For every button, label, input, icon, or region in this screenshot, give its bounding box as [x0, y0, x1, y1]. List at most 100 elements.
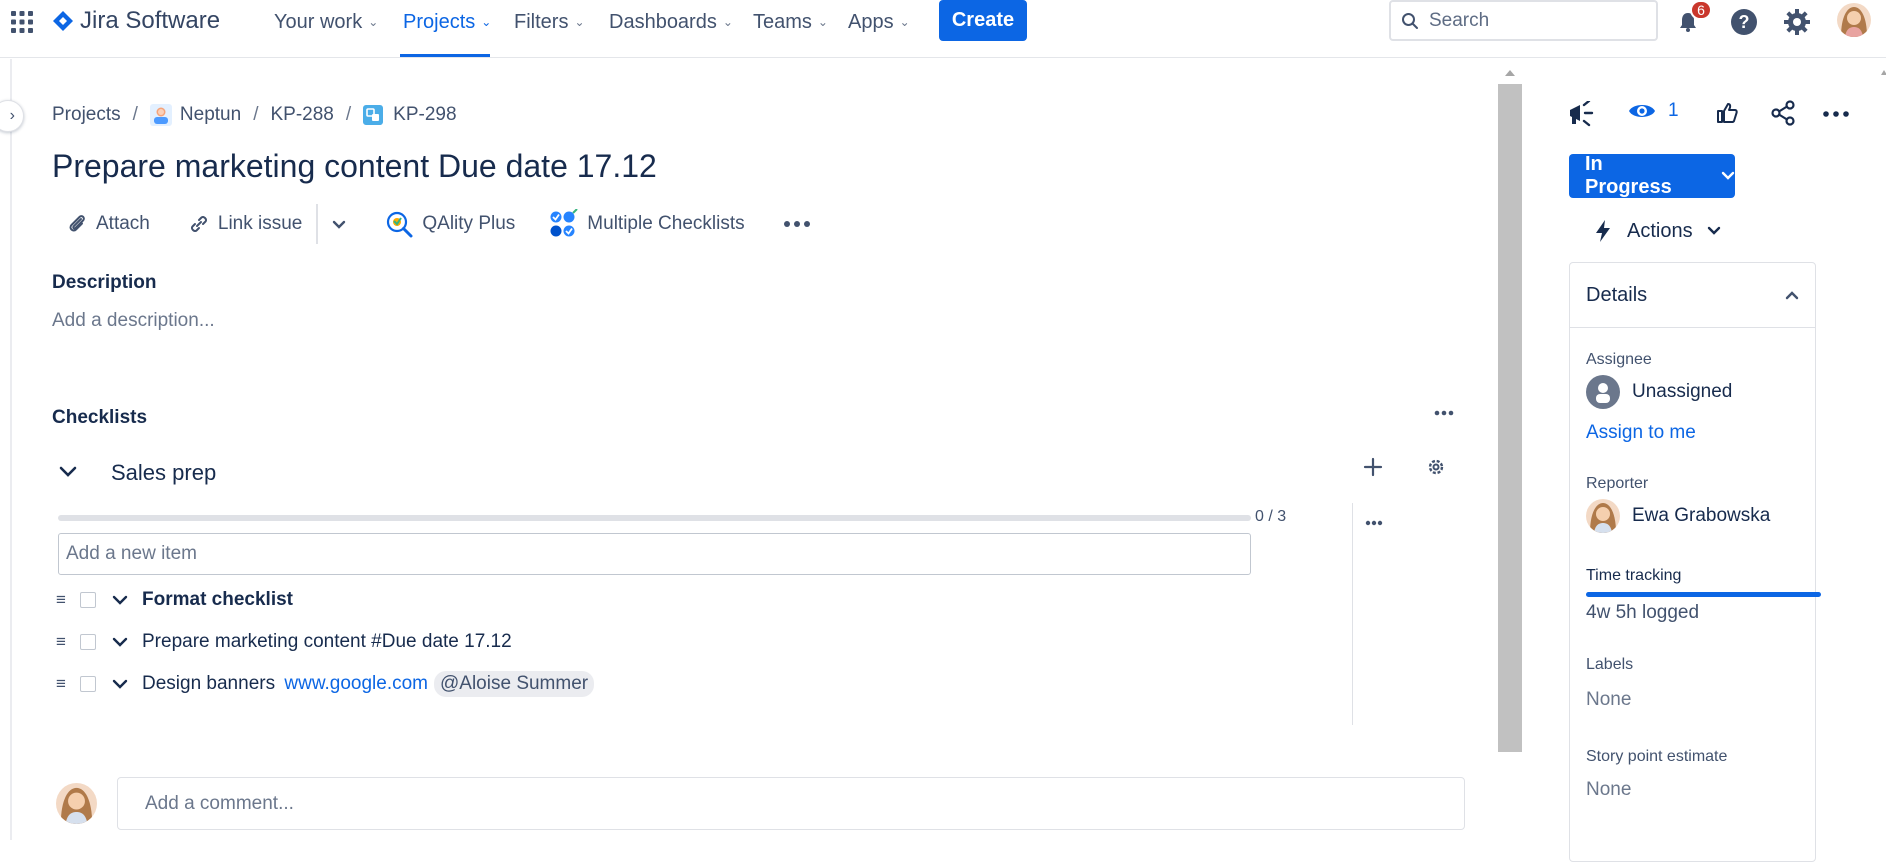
settings-button[interactable]	[1781, 6, 1813, 38]
profile-avatar[interactable]	[1837, 3, 1871, 37]
reporter-label: Reporter	[1586, 475, 1649, 492]
time-tracking-bar[interactable]	[1586, 592, 1821, 597]
gear-icon	[1428, 459, 1444, 475]
lightning-icon	[1596, 220, 1610, 242]
multiple-checklists-label: Multiple Checklists	[587, 213, 745, 234]
megaphone-icon	[1570, 101, 1594, 127]
item-checkbox[interactable]	[80, 634, 96, 650]
paperclip-icon	[69, 215, 85, 232]
create-button[interactable]: Create	[939, 0, 1027, 41]
issue-toolbar: Attach Link issue QAlity Plus Multiple C…	[52, 204, 825, 244]
vote-button[interactable]	[1713, 99, 1741, 127]
issue-title[interactable]: Prepare marketing content Due date 17.12	[52, 148, 657, 185]
share-button[interactable]	[1769, 99, 1797, 127]
reporter-field[interactable]: Ewa Grabowska	[1586, 499, 1770, 533]
checklists-more-button[interactable]	[1434, 410, 1454, 416]
breadcrumb-projects[interactable]: Projects	[52, 104, 121, 126]
drag-handle-icon[interactable]: ≡	[56, 632, 68, 652]
watchers-count: 1	[1668, 100, 1679, 121]
scroll-up-arrow[interactable]	[1505, 70, 1515, 76]
assignee-label: Assignee	[1586, 351, 1652, 368]
qality-plus-button[interactable]: QAlity Plus	[370, 204, 529, 244]
breadcrumb-issue-key[interactable]: KP-298	[393, 104, 456, 126]
gear-icon	[1784, 9, 1810, 35]
drag-handle-icon[interactable]: ≡	[56, 590, 68, 610]
add-new-item-input[interactable]: Add a new item	[58, 533, 1251, 575]
nav-apps[interactable]: Apps ⌄	[848, 10, 910, 34]
more-add-dropdown-button[interactable]	[318, 204, 360, 244]
qality-plus-icon	[387, 211, 413, 238]
help-button[interactable]: ?	[1728, 6, 1760, 38]
expand-item-icon[interactable]	[110, 595, 130, 605]
scrollbar-thumb[interactable]	[1498, 84, 1522, 752]
checklist-item-more-button[interactable]	[1364, 519, 1384, 527]
description-placeholder[interactable]: Add a description...	[52, 310, 215, 332]
multiple-checklists-button[interactable]: Multiple Checklists	[535, 204, 758, 244]
nav-filters-label: Filters	[514, 10, 569, 33]
collapse-group-button[interactable]	[58, 462, 78, 482]
drag-handle-icon[interactable]: ≡	[56, 674, 68, 694]
expand-sidebar-button[interactable]: ›	[0, 100, 24, 132]
add-item-button[interactable]	[1361, 455, 1385, 479]
status-dropdown-button[interactable]: In Progress	[1569, 153, 1735, 198]
assignee-field[interactable]: Unassigned	[1586, 375, 1732, 409]
jira-logo[interactable]: Jira Software	[52, 7, 220, 35]
breadcrumb-project[interactable]: Neptun	[180, 104, 241, 126]
time-logged-value[interactable]: 4w 5h logged	[1586, 602, 1699, 624]
chevron-down-icon: ⌄	[722, 15, 733, 29]
help-icon: ?	[1731, 9, 1757, 35]
nav-your-work-label: Your work	[274, 10, 363, 33]
checklists-icon	[550, 209, 579, 237]
item-mention[interactable]: @Aloise Summer	[434, 671, 595, 697]
nav-projects-label: Projects	[403, 10, 476, 33]
breadcrumb-separator: /	[345, 104, 352, 125]
sidebar-edge	[0, 59, 12, 840]
item-checkbox[interactable]	[80, 592, 96, 608]
comment-input[interactable]: Add a comment...	[117, 777, 1465, 830]
actions-dropdown-button[interactable]: Actions	[1593, 216, 1721, 246]
nav-your-work[interactable]: Your work ⌄	[274, 10, 378, 34]
nav-filters[interactable]: Filters ⌄	[514, 10, 585, 34]
search-input[interactable]: Search	[1389, 0, 1658, 41]
add-new-item-placeholder: Add a new item	[66, 543, 197, 564]
reporter-avatar	[1586, 499, 1620, 533]
expand-item-icon[interactable]	[110, 637, 130, 647]
item-text[interactable]: Design banners	[142, 673, 280, 695]
nav-active-indicator	[400, 54, 490, 57]
link-issue-label: Link issue	[217, 213, 303, 234]
breadcrumb: Projects / Neptun / KP-288 / KP-298	[52, 102, 457, 128]
attach-button[interactable]: Attach	[52, 204, 164, 244]
watch-button[interactable]: 1	[1628, 100, 1679, 122]
search-icon	[1402, 12, 1418, 29]
breadcrumb-separator: /	[253, 104, 259, 125]
nav-dashboards[interactable]: Dashboards ⌄	[609, 10, 733, 34]
item-checkbox[interactable]	[80, 676, 96, 692]
breadcrumb-parent-issue[interactable]: KP-288	[270, 104, 333, 126]
top-navigation: Jira Software Your work ⌄ Projects ⌄ Filte…	[0, 0, 1886, 58]
details-header[interactable]: Details	[1570, 263, 1815, 328]
assign-to-me-link[interactable]: Assign to me	[1586, 422, 1696, 444]
feedback-button[interactable]	[1565, 99, 1597, 129]
nav-dashboards-label: Dashboards	[609, 10, 717, 33]
plus-icon	[1363, 457, 1383, 477]
notifications-button[interactable]: 6	[1672, 0, 1712, 36]
nav-teams[interactable]: Teams ⌄	[753, 10, 828, 34]
qality-plus-label: QAlity Plus	[422, 213, 516, 234]
link-issue-button[interactable]: Link issue	[174, 204, 317, 244]
issue-more-button[interactable]	[1821, 104, 1851, 124]
item-link[interactable]: www.google.com	[284, 673, 428, 695]
story-points-value[interactable]: None	[1586, 779, 1631, 801]
labels-label: Labels	[1586, 656, 1634, 673]
checklist-group-title[interactable]: Sales prep	[111, 460, 216, 486]
attach-label: Attach	[96, 213, 150, 234]
checklist-settings-button[interactable]	[1424, 455, 1448, 479]
nav-projects[interactable]: Projects ⌄	[403, 10, 491, 34]
item-text[interactable]: Prepare marketing content #Due date 17.1…	[142, 631, 512, 653]
labels-value[interactable]: None	[1586, 689, 1631, 711]
app-switcher-icon[interactable]	[10, 10, 34, 34]
chevron-down-icon	[1721, 171, 1735, 180]
expand-item-icon[interactable]	[110, 679, 130, 689]
more-actions-button[interactable]	[769, 204, 825, 244]
unassigned-avatar-icon	[1586, 375, 1620, 409]
item-text[interactable]: Format checklist	[142, 589, 293, 611]
